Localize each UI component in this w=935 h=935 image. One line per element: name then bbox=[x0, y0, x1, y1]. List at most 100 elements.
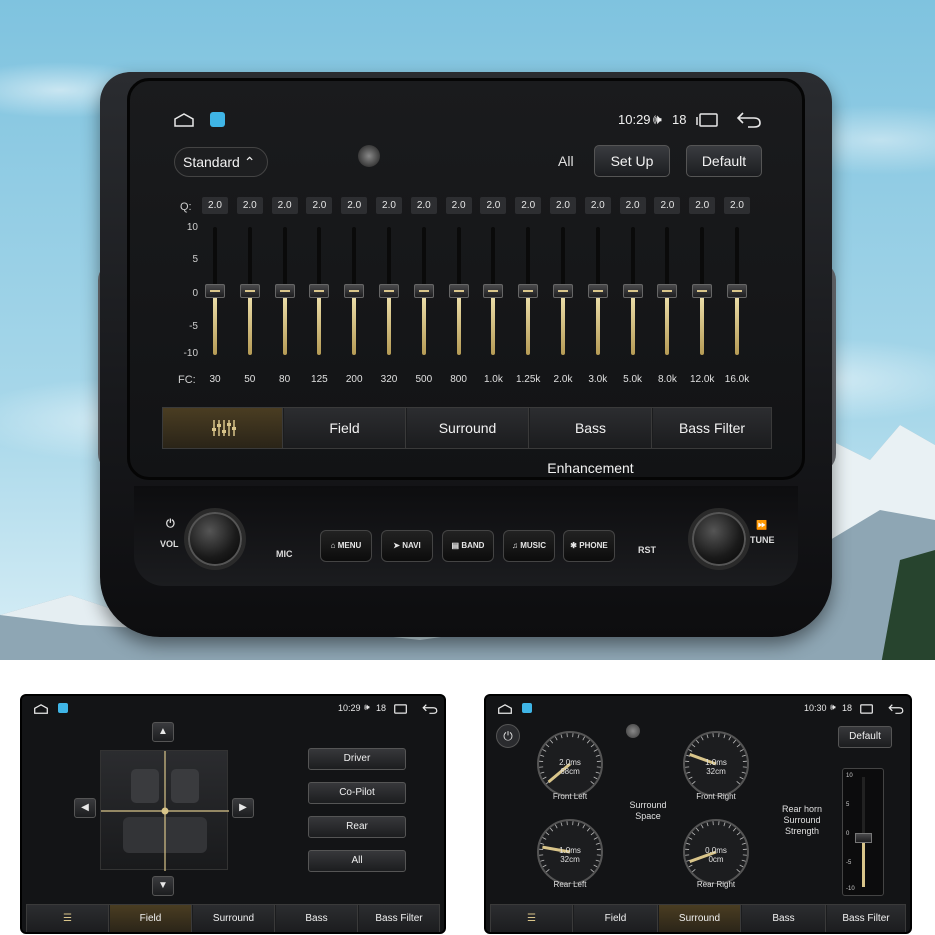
slider-handle[interactable] bbox=[483, 284, 504, 298]
slider-handle[interactable] bbox=[587, 284, 608, 298]
fc-value: 80 bbox=[279, 374, 291, 385]
home-icon[interactable] bbox=[34, 704, 48, 714]
q-value[interactable]: 2.0 bbox=[271, 197, 298, 214]
fc-value: 8.0k bbox=[657, 374, 677, 385]
slider-handle[interactable] bbox=[274, 284, 295, 298]
tab-field[interactable]: Field bbox=[574, 905, 658, 932]
app-icon[interactable] bbox=[210, 112, 225, 127]
q-value[interactable]: 2.0 bbox=[654, 197, 681, 214]
back-icon[interactable] bbox=[422, 703, 438, 715]
tab-bass-filter[interactable]: Bass Filter bbox=[359, 905, 439, 932]
recent-apps-icon[interactable] bbox=[858, 704, 873, 714]
navi-button[interactable]: ➤ NAVI bbox=[381, 530, 433, 562]
tab-surround[interactable]: Surround bbox=[659, 905, 741, 932]
q-value[interactable]: 2.0 bbox=[202, 197, 228, 214]
slider-handle[interactable] bbox=[448, 284, 469, 298]
position-driver-button[interactable]: Driver bbox=[308, 748, 406, 770]
q-value[interactable]: 2.0 bbox=[445, 197, 472, 214]
slider-handle[interactable] bbox=[344, 284, 365, 298]
tab-bass-enhancement[interactable]: Bass Enhancement bbox=[276, 905, 358, 932]
tab-field[interactable]: Field bbox=[284, 408, 406, 448]
slider-handle[interactable] bbox=[692, 284, 713, 298]
power-button[interactable]: ⏻ bbox=[496, 724, 520, 748]
q-value[interactable]: 2.0 bbox=[619, 197, 646, 214]
tab-equalizer[interactable]: ☰ bbox=[27, 905, 109, 932]
back-icon[interactable] bbox=[736, 111, 762, 129]
tab-surround[interactable]: Surround bbox=[407, 408, 529, 448]
q-value[interactable]: 2.0 bbox=[306, 197, 333, 214]
delay-dial[interactable]: 1.0ms 32cm Rear Left bbox=[526, 814, 614, 892]
setup-button[interactable]: Set Up bbox=[594, 145, 670, 177]
tab-bass-enhancement[interactable]: Bass Enhancement bbox=[742, 905, 826, 932]
eq-band: 2.0 800 bbox=[444, 193, 474, 393]
tab-equalizer[interactable] bbox=[163, 408, 283, 448]
q-value[interactable]: 2.0 bbox=[236, 197, 263, 214]
preset-label: Standard bbox=[183, 154, 240, 170]
slider-handle[interactable] bbox=[518, 284, 539, 298]
slider-handle[interactable] bbox=[657, 284, 678, 298]
menu-button[interactable]: ⌂ MENU bbox=[320, 530, 372, 562]
slider-handle[interactable] bbox=[622, 284, 643, 298]
slider-handle[interactable] bbox=[239, 284, 260, 298]
q-value[interactable]: 2.0 bbox=[584, 197, 611, 214]
default-button[interactable]: Default bbox=[838, 726, 892, 748]
tab-bass-filter[interactable]: Bass Filter bbox=[653, 408, 771, 448]
move-right-button[interactable]: ▶ bbox=[232, 798, 254, 818]
slider-scale-label: 10 bbox=[846, 773, 853, 779]
all-label[interactable]: All bbox=[558, 153, 574, 169]
recent-apps-icon[interactable] bbox=[696, 113, 718, 127]
position-rear-button[interactable]: Rear bbox=[308, 816, 406, 838]
band-button[interactable]: ▤ BAND bbox=[442, 530, 494, 562]
tab-bass-filter[interactable]: Bass Filter bbox=[827, 905, 905, 932]
move-down-button[interactable]: ▼ bbox=[152, 876, 174, 896]
delay-dial[interactable]: 2.0ms 68cm Front Left bbox=[526, 726, 614, 804]
position-copilot-button[interactable]: Co-Pilot bbox=[308, 782, 406, 804]
q-value[interactable]: 2.0 bbox=[724, 197, 750, 214]
q-value[interactable]: 2.0 bbox=[689, 197, 716, 214]
slider-handle[interactable] bbox=[553, 284, 573, 298]
volume-icon[interactable]: 🕪 bbox=[653, 111, 662, 128]
delay-dial[interactable]: 0.0ms 0cm Rear Right bbox=[672, 814, 760, 892]
tab-bass-enhancement[interactable]: Bass Enhancement bbox=[530, 408, 652, 476]
slider-handle[interactable] bbox=[379, 284, 399, 298]
tune-knob[interactable] bbox=[688, 508, 750, 570]
volume-icon[interactable]: 🕪 bbox=[830, 702, 836, 713]
q-value[interactable]: 2.0 bbox=[515, 197, 542, 214]
volume-icon[interactable]: 🕪 bbox=[364, 702, 370, 713]
phone-button[interactable]: ✱ PHONE bbox=[563, 530, 615, 562]
seat-position-map[interactable] bbox=[100, 750, 229, 871]
slider-fill bbox=[665, 291, 670, 355]
q-value[interactable]: 2.0 bbox=[341, 197, 368, 214]
status-time: 10:29 bbox=[618, 112, 651, 127]
slider-handle[interactable] bbox=[205, 284, 225, 298]
slider-handle[interactable] bbox=[413, 284, 434, 298]
tab-equalizer[interactable]: ☰ bbox=[491, 905, 573, 932]
slider-handle[interactable] bbox=[309, 284, 330, 298]
home-icon[interactable] bbox=[498, 704, 512, 714]
q-value[interactable]: 2.0 bbox=[376, 197, 402, 214]
slider-handle[interactable] bbox=[727, 284, 747, 298]
back-icon[interactable] bbox=[888, 703, 904, 715]
surround-space-line: Space bbox=[635, 811, 661, 821]
q-value[interactable]: 2.0 bbox=[480, 197, 507, 214]
app-icon[interactable] bbox=[522, 703, 532, 713]
tab-field[interactable]: Field bbox=[110, 905, 192, 932]
position-all-button[interactable]: All bbox=[308, 850, 406, 872]
volume-knob[interactable] bbox=[184, 508, 246, 570]
q-value[interactable]: 2.0 bbox=[410, 197, 437, 214]
app-icon[interactable] bbox=[58, 703, 68, 713]
rear-horn-strength-slider[interactable]: 10 5 0 -5 -10 bbox=[842, 768, 884, 896]
slider-handle[interactable] bbox=[855, 833, 872, 843]
preset-select[interactable]: Standard ⌃ bbox=[174, 147, 268, 177]
recent-apps-icon[interactable] bbox=[392, 704, 407, 714]
music-button[interactable]: ♫ MUSIC bbox=[503, 530, 555, 562]
move-left-button[interactable]: ◀ bbox=[74, 798, 96, 818]
move-up-button[interactable]: ▲ bbox=[152, 722, 174, 742]
q-value[interactable]: 2.0 bbox=[550, 197, 576, 214]
default-button[interactable]: Default bbox=[686, 145, 762, 177]
dial-label: Front Left bbox=[552, 792, 588, 801]
delay-dial[interactable]: 1.0ms 32cm Front Right bbox=[672, 726, 760, 804]
tab-surround[interactable]: Surround bbox=[193, 905, 275, 932]
home-icon[interactable] bbox=[174, 113, 194, 127]
dial-distance: 32cm bbox=[560, 855, 580, 864]
